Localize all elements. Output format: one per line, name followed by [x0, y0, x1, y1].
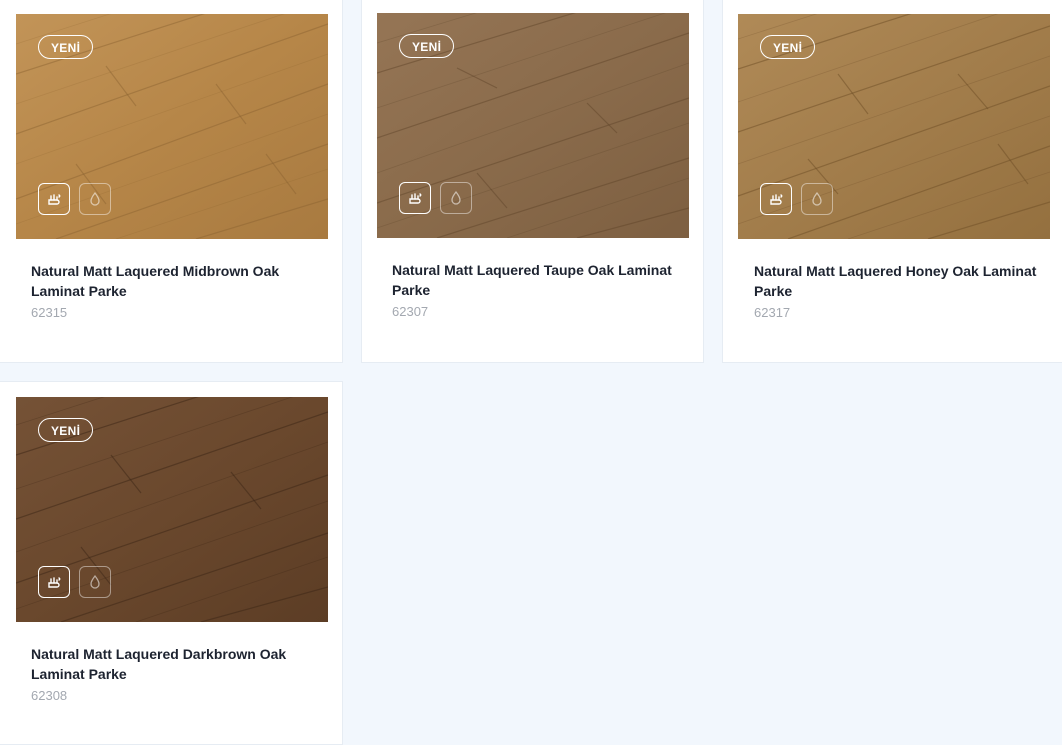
- hand-wipe-feature: [399, 182, 431, 214]
- product-card[interactable]: YENİ Natural Matt Laquered Honey Oak Lam…: [722, 0, 1062, 363]
- water-drop-icon: [451, 190, 461, 205]
- water-drop-icon: [812, 191, 822, 206]
- product-image[interactable]: YENİ: [377, 13, 689, 238]
- new-badge: YENİ: [38, 35, 94, 59]
- product-code: 62315: [31, 305, 68, 320]
- product-image[interactable]: YENİ: [738, 14, 1050, 239]
- water-resistant-feature: [79, 183, 111, 215]
- hand-wipe-feature: [760, 183, 792, 215]
- water-drop-icon: [90, 574, 100, 589]
- product-title[interactable]: Natural Matt Laquered Taupe Oak Laminat …: [392, 260, 682, 300]
- product-image[interactable]: YENİ: [16, 14, 328, 239]
- product-code: 62308: [31, 688, 68, 703]
- new-badge: YENİ: [38, 418, 94, 442]
- new-badge: YENİ: [760, 35, 816, 59]
- water-drop-icon: [90, 191, 100, 206]
- product-card[interactable]: YENİ Natural Matt Laquered Darkbrown Oak…: [0, 381, 343, 745]
- water-resistant-feature: [440, 182, 472, 214]
- product-title[interactable]: Natural Matt Laquered Midbrown Oak Lamin…: [31, 261, 321, 301]
- product-title[interactable]: Natural Matt Laquered Darkbrown Oak Lami…: [31, 644, 321, 684]
- hand-wipe-icon: [770, 194, 783, 205]
- new-badge: YENİ: [399, 34, 455, 58]
- product-card[interactable]: YENİ Natural Matt Laquered Taupe Oak Lam…: [361, 0, 704, 363]
- product-card[interactable]: YENİ Natural Matt Laquered Midbrown Oak …: [0, 0, 343, 363]
- product-code: 62317: [754, 305, 791, 320]
- hand-wipe-feature: [38, 183, 70, 215]
- product-image[interactable]: YENİ: [16, 397, 328, 622]
- hand-wipe-icon: [409, 193, 422, 204]
- hand-wipe-icon: [48, 577, 61, 588]
- hand-wipe-feature: [38, 566, 70, 598]
- water-resistant-feature: [801, 183, 833, 215]
- product-title[interactable]: Natural Matt Laquered Honey Oak Laminat …: [754, 261, 1044, 301]
- product-code: 62307: [392, 304, 429, 319]
- hand-wipe-icon: [48, 194, 61, 205]
- water-resistant-feature: [79, 566, 111, 598]
